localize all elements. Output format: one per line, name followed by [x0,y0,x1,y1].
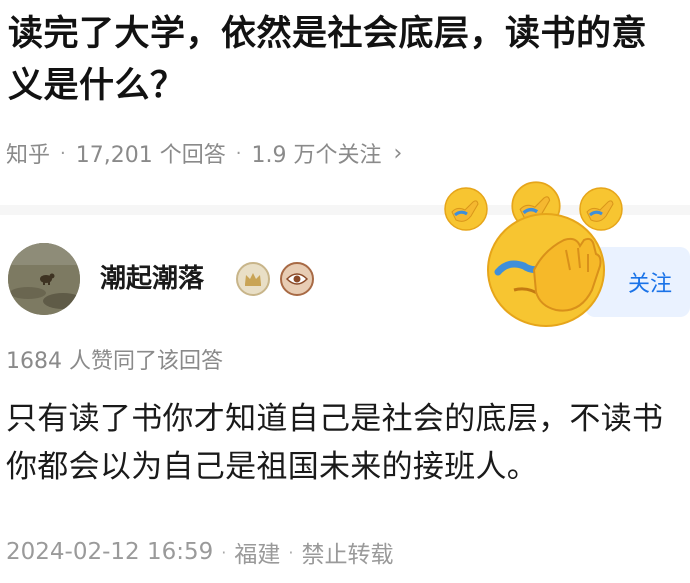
author-name[interactable]: 潮起潮落 [100,258,204,295]
copyright-notice: 禁止转载 [301,542,394,568]
separator-dot: · [288,542,294,562]
answer-count[interactable]: 17,201 个回答 [76,137,226,169]
avatar[interactable] [8,243,80,315]
facepalm-emoji-small [444,187,488,231]
follow-button-label: 关注 [627,272,672,297]
crown-badge-icon[interactable] [236,262,270,296]
answer-body[interactable]: 只有读了书你才知道自己是社会的底层，不读书你都会以为自己是祖国未来的接班人。 [6,395,688,491]
separator-dot: · [60,142,66,164]
source-label[interactable]: 知乎 [6,137,50,169]
answer-location: 福建 [234,542,281,568]
question-title[interactable]: 读完了大学，依然是社会底层，读书的意义是什么？ [8,8,678,112]
eye-badge-icon[interactable] [280,262,314,296]
chevron-right-icon[interactable]: › [393,141,402,166]
answer-datetime: 2024-02-12 16:59 [6,539,214,565]
facepalm-emoji-large [487,213,605,327]
likes-count: 1684 人赞同了该回答 [6,349,223,374]
follower-count[interactable]: 1.9 万个关注 [251,137,381,169]
separator-dot: · [221,542,227,562]
question-meta: 知乎 · 17,201 个回答 · 1.9 万个关注 › [6,136,402,170]
separator-dot: · [235,142,242,164]
answer-footer: 2024-02-12 16:59 · 福建 · 禁止转载 [6,535,393,569]
